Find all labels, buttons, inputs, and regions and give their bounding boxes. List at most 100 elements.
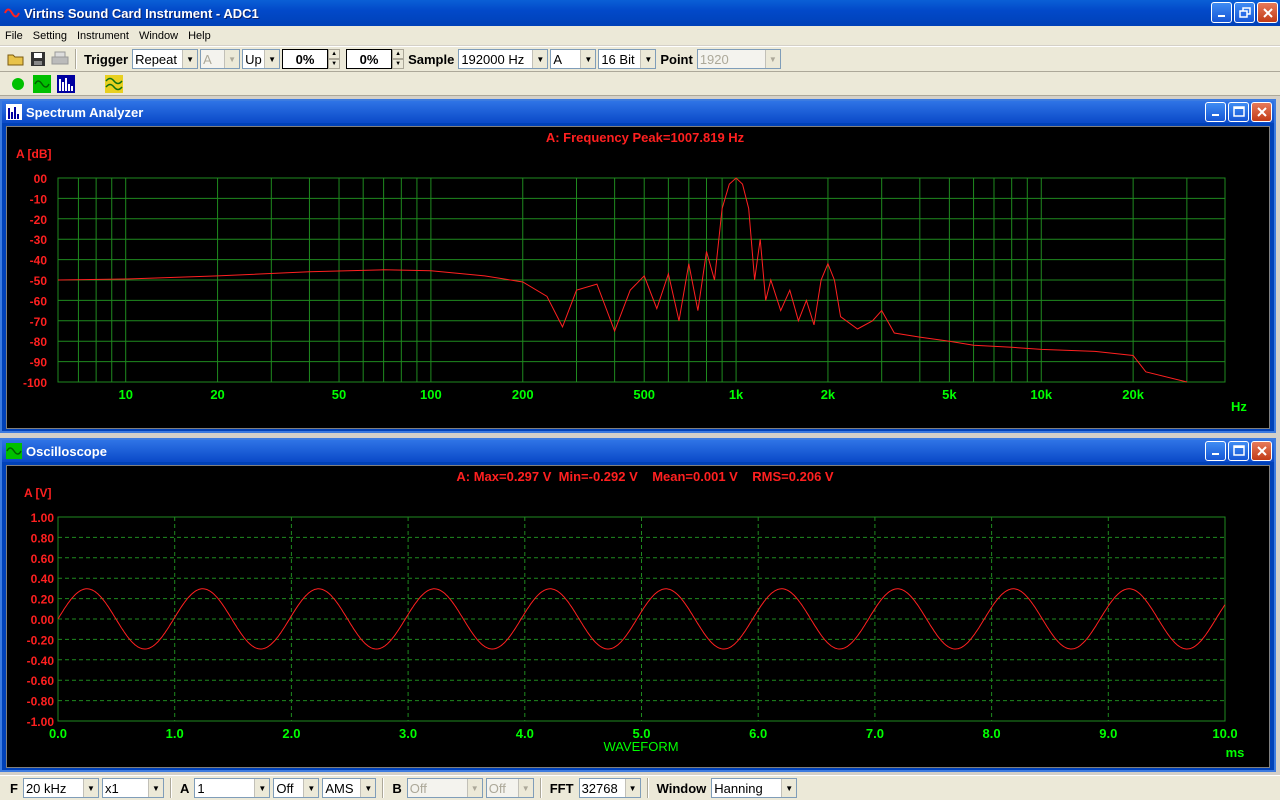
frequency-range-select[interactable]: 20 kHz ▼ bbox=[22, 778, 99, 798]
close-button[interactable] bbox=[1257, 2, 1278, 23]
trigger-channel-select[interactable]: A ▼ bbox=[200, 49, 241, 69]
oscilloscope-button[interactable] bbox=[32, 74, 52, 94]
spectrum-minimize-button[interactable] bbox=[1205, 102, 1226, 122]
fft-label: FFT bbox=[549, 780, 574, 796]
channel-a-scale-select[interactable]: 1 ▼ bbox=[194, 778, 271, 798]
chevron-down-icon: ▼ bbox=[764, 50, 780, 68]
open-button[interactable] bbox=[6, 49, 26, 69]
chevron-down-icon: ▼ bbox=[303, 779, 319, 797]
spectrum-y-tick-label: -30 bbox=[30, 233, 48, 247]
main-toolbar: Trigger Repeat ▼ A ▼ Up ▼ 0% ▲ ▼ 0% ▲ ▼ Sampl… bbox=[0, 46, 1280, 72]
zoom-select[interactable]: x1 ▼ bbox=[101, 778, 164, 798]
separator bbox=[539, 778, 542, 798]
oscilloscope-x-tick-label: 6.0 bbox=[749, 726, 767, 741]
channel-value: A bbox=[553, 51, 562, 67]
window-title: Virtins Sound Card Instrument - ADC1 bbox=[24, 5, 259, 21]
oscilloscope-icon bbox=[6, 443, 22, 459]
restore-icon bbox=[1238, 6, 1251, 18]
trigger-mode-value: Repeat bbox=[135, 51, 177, 67]
separator bbox=[75, 49, 77, 69]
oscilloscope-y-axis-label: A [V] bbox=[24, 486, 52, 500]
chevron-down-icon: ▼ bbox=[147, 779, 163, 797]
bit-depth-select[interactable]: 16 Bit ▼ bbox=[598, 49, 657, 69]
spectrum-x-tick-label: 20k bbox=[1122, 387, 1144, 402]
oscilloscope-x-tick-label: 10.0 bbox=[1212, 726, 1237, 741]
oscilloscope-y-tick-label: 0.80 bbox=[31, 531, 55, 545]
spin-down-icon[interactable]: ▼ bbox=[392, 59, 405, 69]
spectrum-plot-area[interactable]: A: Frequency Peak=1007.819 Hz A [dB] Hz … bbox=[6, 126, 1270, 429]
oscilloscope-x-tick-label: 1.0 bbox=[166, 726, 184, 741]
spectrum-y-tick-label: -10 bbox=[30, 192, 48, 206]
trigger-delay-stepper[interactable]: 0% ▲ ▼ bbox=[346, 49, 405, 69]
close-icon bbox=[1256, 446, 1267, 456]
channel-b-offset-select[interactable]: Off ▼ bbox=[485, 778, 534, 798]
trigger-level-value[interactable]: 0% bbox=[282, 49, 329, 69]
oscilloscope-window: Oscilloscope A: Max=0.297 V Min=-0.292 V… bbox=[0, 438, 1276, 772]
fft-size-value: 32768 bbox=[581, 780, 618, 796]
spectrum-y-ticks: 00 -10 -20 -30 -40 -50 -60 -70 -80 -90 -100 bbox=[23, 172, 47, 390]
trigger-delay-value[interactable]: 0% bbox=[346, 49, 393, 69]
print-button[interactable] bbox=[50, 49, 70, 69]
start-button[interactable] bbox=[8, 74, 28, 94]
signal-generator-button[interactable] bbox=[104, 74, 124, 94]
spectrum-title: Spectrum Analyzer bbox=[26, 104, 144, 120]
spectrum-analyzer-button[interactable] bbox=[56, 74, 76, 94]
menu-help[interactable]: Help bbox=[183, 30, 216, 42]
oscilloscope-close-button[interactable] bbox=[1251, 441, 1272, 461]
trigger-edge-select[interactable]: Up ▼ bbox=[242, 49, 281, 69]
chevron-down-icon: ▼ bbox=[182, 50, 198, 68]
oscilloscope-y-tick-label: -0.40 bbox=[27, 654, 55, 668]
channel-a-mode-value: AMS bbox=[325, 780, 354, 796]
channel-select[interactable]: A ▼ bbox=[550, 49, 597, 69]
trigger-mode-select[interactable]: Repeat ▼ bbox=[132, 49, 199, 69]
trigger-level-stepper[interactable]: 0% ▲ ▼ bbox=[282, 49, 341, 69]
save-button[interactable] bbox=[28, 49, 48, 69]
spectrum-close-button[interactable] bbox=[1251, 102, 1272, 122]
oscilloscope-y-tick-label: -0.60 bbox=[27, 674, 55, 688]
spectrum-y-tick-label: -80 bbox=[30, 335, 48, 349]
minimize-button[interactable] bbox=[1211, 2, 1232, 23]
menu-window[interactable]: Window bbox=[134, 30, 183, 42]
oscilloscope-measurements: A: Max=0.297 V Min=-0.292 V Mean=0.001 V… bbox=[456, 469, 834, 484]
menu-instrument[interactable]: Instrument bbox=[72, 30, 134, 42]
spectrum-y-tick-label: -100 bbox=[23, 376, 47, 390]
print-icon bbox=[51, 51, 69, 65]
trigger-channel-value: A bbox=[203, 51, 212, 67]
menu-file[interactable]: File bbox=[0, 30, 28, 42]
oscilloscope-x-unit: ms bbox=[1226, 745, 1245, 760]
trigger-label: Trigger bbox=[84, 51, 129, 67]
spin-up-icon[interactable]: ▲ bbox=[392, 49, 405, 59]
oscilloscope-x-tick-label: 8.0 bbox=[983, 726, 1001, 741]
maximize-icon bbox=[1232, 445, 1245, 456]
spectrum-chart[interactable]: A: Frequency Peak=1007.819 Hz A [dB] Hz … bbox=[7, 127, 1269, 428]
spectrum-maximize-button[interactable] bbox=[1228, 102, 1249, 122]
channel-a-mode-select[interactable]: AMS ▼ bbox=[322, 778, 377, 798]
window-function-select[interactable]: Hanning ▼ bbox=[711, 778, 798, 798]
spin-up-icon[interactable]: ▲ bbox=[328, 49, 341, 59]
spectrum-icon bbox=[57, 74, 75, 93]
oscilloscope-chart[interactable]: A: Max=0.297 V Min=-0.292 V Mean=0.001 V… bbox=[7, 466, 1269, 767]
spectrum-x-tick-label: 20 bbox=[210, 387, 224, 402]
oscilloscope-y-tick-label: 0.60 bbox=[31, 552, 55, 566]
spectrum-titlebar: Spectrum Analyzer bbox=[2, 101, 1274, 123]
chevron-down-icon: ▼ bbox=[254, 779, 270, 797]
channel-b-scale-select[interactable]: Off ▼ bbox=[406, 778, 483, 798]
menu-setting[interactable]: Setting bbox=[28, 30, 72, 42]
instrument-toolbar bbox=[0, 72, 1280, 96]
channel-b-offset-value: Off bbox=[488, 780, 506, 796]
spectrum-x-tick-label: 1k bbox=[729, 387, 744, 402]
oscilloscope-maximize-button[interactable] bbox=[1228, 441, 1249, 461]
restore-button[interactable] bbox=[1234, 2, 1255, 23]
channel-a-offset-select[interactable]: Off ▼ bbox=[273, 778, 320, 798]
sample-rate-select[interactable]: 192000 Hz ▼ bbox=[458, 49, 549, 69]
oscilloscope-plot-area[interactable]: A: Max=0.297 V Min=-0.292 V Mean=0.001 V… bbox=[6, 465, 1270, 768]
points-value: 1920 bbox=[699, 51, 729, 67]
points-select[interactable]: 1920 ▼ bbox=[696, 49, 781, 69]
open-folder-icon bbox=[7, 54, 24, 66]
spectrum-y-axis-label: A [dB] bbox=[16, 147, 52, 161]
oscilloscope-icon bbox=[33, 74, 51, 93]
oscilloscope-minimize-button[interactable] bbox=[1205, 441, 1226, 461]
spin-down-icon[interactable]: ▼ bbox=[328, 59, 341, 69]
oscilloscope-y-tick-label: -0.20 bbox=[27, 633, 55, 647]
fft-size-select[interactable]: 32768 ▼ bbox=[578, 778, 641, 798]
